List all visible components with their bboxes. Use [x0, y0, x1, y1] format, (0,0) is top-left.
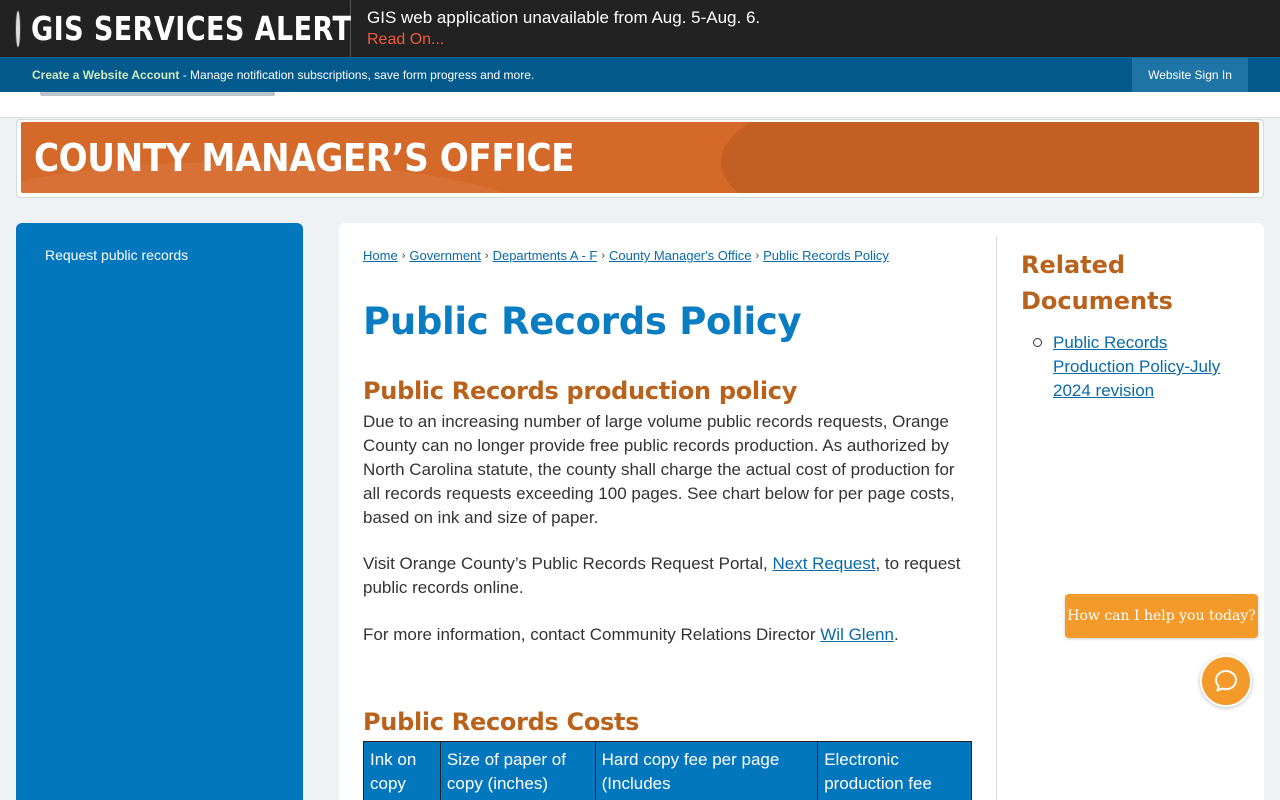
breadcrumb: Home › Government › Departments A - F › …	[363, 248, 889, 263]
column-header-hard-copy-fee: Hard copy fee per page (Includes	[594, 741, 819, 800]
site-logo[interactable]	[40, 92, 275, 96]
related-documents-heading: Related Documents	[1021, 251, 1173, 315]
banner-decoration	[721, 122, 1259, 193]
alert-bar: GIS SERVICES ALERT GIS web application u…	[0, 0, 1280, 57]
page-title: Public Records Policy	[363, 300, 802, 343]
column-header-electronic-fee: Electronic production fee	[817, 741, 972, 800]
alert-message: GIS web application unavailable from Aug…	[367, 7, 761, 27]
chat-launcher-button[interactable]	[1200, 655, 1252, 707]
chat-icon	[1215, 670, 1237, 692]
create-account-link[interactable]: Create a Website Account	[32, 68, 179, 82]
breadcrumb-separator: ›	[484, 249, 489, 262]
portal-text: Visit Orange County’s Public Records Req…	[363, 554, 773, 573]
banner-title: COUNTY MANAGER’S OFFICE	[34, 136, 575, 180]
alert-light-icon	[16, 10, 20, 47]
column-header-paper-size: Size of paper of copy (inches)	[439, 741, 596, 800]
breadcrumb-separator: ›	[601, 249, 606, 262]
contact-text-end: .	[893, 625, 899, 644]
alert-message-block: GIS web application unavailable from Aug…	[351, 0, 760, 57]
policy-paragraph: Due to an increasing number of large vol…	[363, 412, 955, 527]
alert-title: GIS SERVICES ALERT	[31, 9, 352, 48]
list-item: Public Records Production Policy-July 20…	[1033, 331, 1233, 403]
breadcrumb-government[interactable]: Government	[409, 248, 481, 263]
breadcrumb-separator: ›	[401, 249, 406, 262]
sidebar: Request public records	[16, 223, 303, 800]
portal-paragraph: Visit Orange County’s Public Records Req…	[363, 552, 973, 600]
breadcrumb-public-records-policy[interactable]: Public Records Policy	[763, 248, 889, 263]
column-divider	[996, 236, 997, 800]
account-bar: Create a Website Account - Manage notifi…	[0, 57, 1280, 92]
policy-heading: Public Records production policy	[363, 377, 798, 405]
table-header-row: Ink on copy Size of paper of copy (inche…	[363, 741, 972, 800]
website-sign-in-button[interactable]: Website Sign In	[1132, 58, 1248, 92]
account-description: - Manage notification subscriptions, sav…	[179, 67, 535, 82]
sidebar-item-request-public-records[interactable]: Request public records	[45, 247, 188, 263]
costs-table: Ink on copy Size of paper of copy (inche…	[363, 741, 972, 800]
alert-read-on-link[interactable]: Read On...	[367, 29, 760, 51]
chat-prompt-bubble[interactable]: How can I help you today?	[1065, 594, 1258, 638]
breadcrumb-separator: ›	[755, 249, 760, 262]
related-documents-list: Public Records Production Policy-July 20…	[1033, 331, 1233, 403]
alert-label: GIS SERVICES ALERT	[0, 0, 351, 57]
costs-heading: Public Records Costs	[363, 708, 640, 736]
contact-text: For more information, contact Community …	[363, 625, 821, 644]
breadcrumb-departments[interactable]: Departments A - F	[493, 248, 598, 263]
column-header-ink: Ink on copy	[363, 741, 441, 800]
next-request-link[interactable]: Next Request	[772, 554, 875, 573]
breadcrumb-county-managers-office[interactable]: County Manager's Office	[609, 248, 751, 263]
breadcrumb-home[interactable]: Home	[363, 248, 398, 263]
wil-glenn-link[interactable]: Wil Glenn	[820, 625, 894, 644]
contact-paragraph: For more information, contact Community …	[363, 623, 973, 647]
related-document-link[interactable]: Public Records Production Policy-July 20…	[1053, 333, 1220, 400]
department-banner: COUNTY MANAGER’S OFFICE	[21, 122, 1259, 193]
